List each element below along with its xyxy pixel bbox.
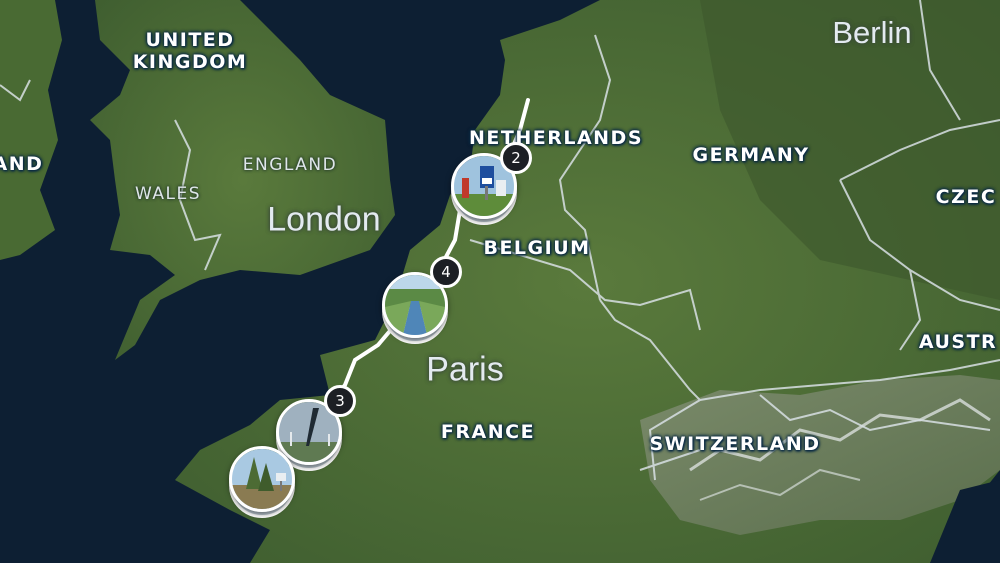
map-canvas[interactable]: UNITEDKINGDOM AND NETHERLANDS GERMANY BE…	[0, 0, 1000, 563]
route-badge-count: 2	[500, 142, 532, 174]
city-label-berlin: Berlin	[832, 15, 912, 50]
city-label-london: London	[267, 200, 381, 239]
country-label-czechia: CZEC	[935, 186, 997, 208]
country-label-switzerland: SWITZERLAND	[649, 433, 821, 455]
route-badge-count: 3	[324, 385, 356, 417]
country-label-ireland: AND	[0, 153, 44, 175]
country-label-france: FRANCE	[440, 421, 536, 443]
country-label-belgium: BELGIUM	[483, 237, 591, 259]
country-label-netherlands: NETHERLANDS	[468, 127, 644, 149]
country-label-united-kingdom: UNITED KINGDOM	[132, 29, 248, 73]
satellite-basemap	[0, 0, 1000, 563]
city-label-paris: Paris	[426, 350, 504, 389]
region-label-wales: WALES	[134, 184, 202, 204]
route-marker-brittany[interactable]	[229, 446, 295, 518]
country-label-germany: GERMANY	[692, 144, 810, 166]
forest-photo-icon	[229, 446, 295, 512]
country-label-austria: AUSTR	[918, 331, 998, 353]
region-label-england: ENGLAND	[242, 155, 338, 175]
route-badge-count: 4	[430, 256, 462, 288]
